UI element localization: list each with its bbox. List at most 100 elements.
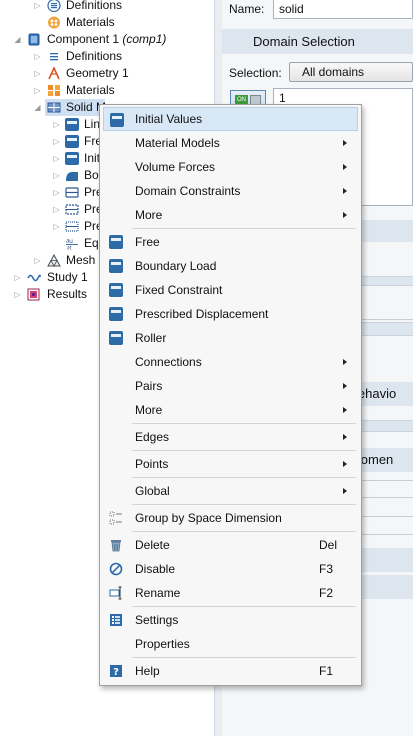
menu-item-shortcut: F3 xyxy=(319,562,334,576)
menu-item-label: Boundary Load xyxy=(135,259,217,273)
name-field[interactable]: solid xyxy=(273,0,413,19)
menu-item-label: Connections xyxy=(135,355,202,369)
menu-separator xyxy=(132,504,356,505)
menu-item-label: Disable xyxy=(135,562,176,576)
expand-arrow-icon[interactable]: ▷ xyxy=(33,65,42,82)
menu-item-points[interactable]: Points xyxy=(103,452,358,476)
collapse-arrow-icon[interactable]: ◢ xyxy=(33,99,42,116)
menu-item-edges[interactable]: Edges xyxy=(103,425,358,449)
expand-arrow-icon[interactable]: ▷ xyxy=(33,48,42,65)
fixed-constraint-icon xyxy=(109,283,123,297)
submenu-arrow-icon xyxy=(343,212,347,218)
tree-node-definitions[interactable]: ▷ Definitions xyxy=(0,48,214,65)
menu-item-prescribed-displacement[interactable]: Prescribed Displacement xyxy=(103,302,358,326)
settings-icon xyxy=(109,613,123,627)
menu-item-label: Fixed Constraint xyxy=(135,283,223,297)
menu-item-label: Properties xyxy=(135,637,190,651)
menu-separator xyxy=(132,477,356,478)
definitions-icon xyxy=(47,0,61,13)
tree-node-geometry[interactable]: ▷ Geometry 1 xyxy=(0,65,214,82)
section-title: Domain Selection xyxy=(253,34,355,49)
menu-item-free[interactable]: Free xyxy=(103,230,358,254)
collapse-arrow-icon[interactable]: ◢ xyxy=(13,31,22,48)
disable-icon xyxy=(109,562,123,576)
menu-item-delete[interactable]: Delete Del xyxy=(103,533,358,557)
menu-item-disable[interactable]: Disable F3 xyxy=(103,557,358,581)
linear-elastic-icon xyxy=(65,118,79,131)
menu-item-pairs[interactable]: Pairs xyxy=(103,374,358,398)
menu-item-more-domain[interactable]: More xyxy=(103,203,358,227)
domain-selection-header[interactable]: Domain Selection xyxy=(222,29,413,54)
expand-arrow-icon[interactable]: ▷ xyxy=(52,150,61,167)
submenu-arrow-icon xyxy=(343,140,347,146)
submenu-arrow-icon xyxy=(343,434,347,440)
menu-item-label: Free xyxy=(135,235,160,249)
menu-item-rename[interactable]: Rename F2 xyxy=(103,581,358,605)
menu-item-shortcut: F1 xyxy=(319,664,334,678)
submenu-arrow-icon xyxy=(343,383,347,389)
expand-arrow-icon[interactable]: ▷ xyxy=(13,286,22,303)
menu-item-help[interactable]: ? Help F1 xyxy=(103,659,358,683)
expand-arrow-icon[interactable]: ▷ xyxy=(52,116,61,133)
menu-item-roller[interactable]: Roller xyxy=(103,326,358,350)
initial-values-icon xyxy=(65,152,79,165)
study-icon xyxy=(27,271,41,284)
menu-item-label: Initial Values xyxy=(135,112,203,126)
tree-node-label: Materials xyxy=(66,15,115,29)
menu-item-label: More xyxy=(135,208,163,222)
expand-arrow-icon[interactable]: ▷ xyxy=(52,201,61,218)
expand-arrow-icon[interactable]: ▷ xyxy=(52,184,61,201)
context-menu: Initial Values Material Models Volume Fo… xyxy=(99,104,362,686)
menu-item-label: Help xyxy=(135,664,160,678)
menu-item-label: More xyxy=(135,403,163,417)
tree-node-component[interactable]: ◢ Component 1 (comp1) xyxy=(0,31,214,48)
menu-item-initial-values[interactable]: Initial Values xyxy=(103,107,358,131)
menu-item-group-by-space-dimension[interactable]: Group by Space Dimension xyxy=(103,506,358,530)
menu-item-properties[interactable]: Properties xyxy=(103,632,358,656)
selection-dropdown[interactable]: All domains xyxy=(289,62,413,82)
menu-item-connections[interactable]: Connections xyxy=(103,350,358,374)
tree-node-materials-global[interactable]: Materials xyxy=(0,14,214,31)
menu-separator xyxy=(132,423,356,424)
menu-separator xyxy=(132,228,356,229)
menu-item-volume-forces[interactable]: Volume Forces xyxy=(103,155,358,179)
tree-node-definitions-global[interactable]: ▷ Definitions xyxy=(0,0,214,14)
expand-arrow-icon[interactable]: ▷ xyxy=(33,0,42,14)
menu-item-global[interactable]: Global xyxy=(103,479,358,503)
menu-item-settings[interactable]: Settings xyxy=(103,608,358,632)
expand-arrow-icon[interactable]: ▷ xyxy=(52,218,61,235)
expand-arrow-icon[interactable]: ▷ xyxy=(52,133,61,150)
expand-arrow-icon[interactable]: ▷ xyxy=(52,167,61,184)
name-label: Name: xyxy=(229,2,265,16)
submenu-arrow-icon xyxy=(343,188,347,194)
expand-arrow-icon[interactable]: ▷ xyxy=(13,269,22,286)
free-icon xyxy=(65,135,79,148)
prescribed-displacement-icon xyxy=(109,307,123,321)
domain-list-item[interactable]: 1 xyxy=(279,91,286,105)
equation-icon: ∂u ∂t xyxy=(65,237,79,252)
boundary-load-icon xyxy=(65,169,79,182)
group-icon xyxy=(109,511,123,525)
tree-node-label: Component 1 (comp1) xyxy=(47,32,167,46)
menu-item-material-models[interactable]: Material Models xyxy=(103,131,358,155)
tree-node-materials[interactable]: ▷ Materials xyxy=(0,82,214,99)
name-field-value: solid xyxy=(279,2,304,16)
rename-icon xyxy=(109,586,123,600)
submenu-arrow-icon xyxy=(343,359,347,365)
roller-icon xyxy=(109,331,123,345)
help-icon: ? xyxy=(109,664,123,678)
menu-item-more-boundary[interactable]: More xyxy=(103,398,358,422)
mesh-icon xyxy=(47,253,61,267)
svg-text:∂u: ∂u xyxy=(66,238,73,245)
menu-item-boundary-load[interactable]: Boundary Load xyxy=(103,254,358,278)
expand-arrow-icon[interactable]: ▷ xyxy=(33,82,42,99)
expand-arrow-icon[interactable]: ▷ xyxy=(33,252,42,269)
svg-text:?: ? xyxy=(113,667,119,678)
prescribed-icon xyxy=(65,186,79,199)
boundary-load-icon xyxy=(109,259,123,273)
menu-item-label: Pairs xyxy=(135,379,163,393)
menu-item-domain-constraints[interactable]: Domain Constraints xyxy=(103,179,358,203)
materials-icon xyxy=(47,84,61,97)
menu-item-fixed-constraint[interactable]: Fixed Constraint xyxy=(103,278,358,302)
menu-item-label: Domain Constraints xyxy=(135,184,241,198)
